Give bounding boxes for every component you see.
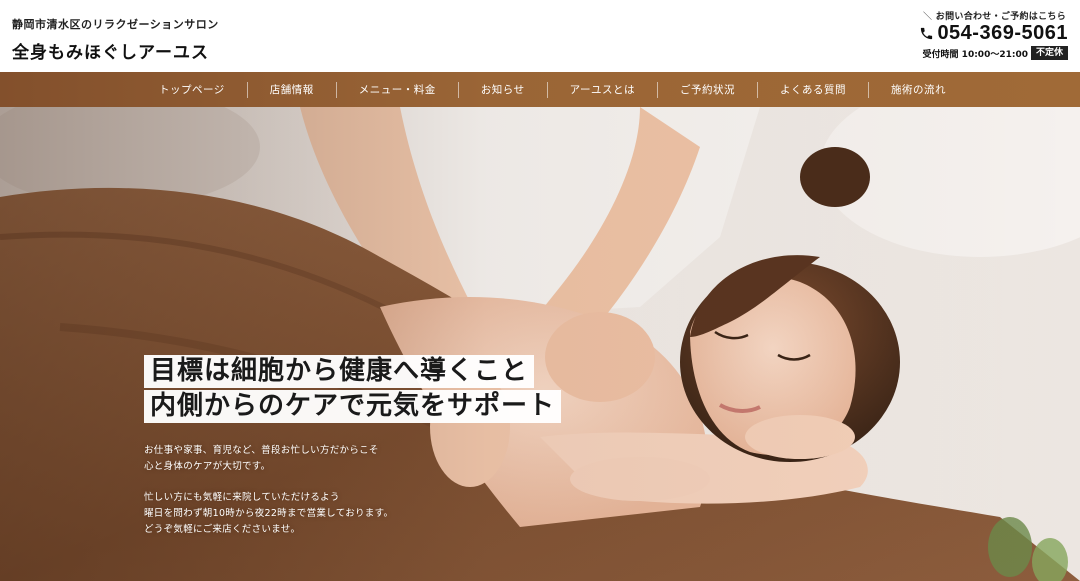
site-header: 静岡市清水区のリラクゼーションサロン 全身もみほぐしアーユス ＼ お問い合わせ・… [0,0,1080,72]
contact-lead-text: お問い合わせ・ご予約はこちら [935,12,1066,22]
nav-item-faq[interactable]: よくある質問 [756,81,868,98]
hero-body-paragraph-1: お仕事や家事、育児など、普段お忙しい方だからこそ 心と身体のケアが大切です。 [144,443,444,475]
contact-lead: ＼ お問い合わせ・ご予約はこちら [923,12,1066,22]
global-nav: トップページ 店舗情報 メニュー・料金 お知らせ アーユスとは ご予約状況 よく… [0,72,1080,107]
phone-icon [921,27,933,39]
hero-body-paragraph-2: 忙しい方にも気軽に来院していただけるよう 曜日を問わず朝10時から夜22時まで営… [144,490,444,538]
brand-name: 全身もみほぐしアーユス [12,43,209,63]
phone-link[interactable]: 054-369-5061 [898,23,1068,43]
closed-badge: 不定休 [1030,46,1068,60]
brand-logo[interactable]: 静岡市清水区のリラクゼーションサロン 全身もみほぐしアーユス [12,16,219,63]
hero-headline-line-2: 内側からのケアで元気をサポート [144,390,562,423]
business-hours: 受付時間 10:00〜21:00 [922,49,1028,60]
contact-block: ＼ お問い合わせ・ご予約はこちら 054-369-5061 受付時間 10:00… [898,9,1068,60]
hero-body-2-line-3: どうぞ気軽にご来店くださいませ。 [144,524,301,535]
nav-item-shop-info[interactable]: 店舗情報 [246,81,336,98]
hero-body-1-line-1: お仕事や家事、育児など、普段お忙しい方だからこそ [144,445,379,456]
nav-item-menu-price[interactable]: メニュー・料金 [335,81,458,98]
hero-body-1-line-2: 心と身体のケアが大切です。 [144,461,271,472]
nav-item-news[interactable]: お知らせ [457,81,547,98]
nav-item-top[interactable]: トップページ [137,82,247,98]
hero-section: 目標は細胞から健康へ導くこと 内側からのケアで元気をサポート お仕事や家事、育児… [0,107,1080,581]
nav-item-treatment-flow[interactable]: 施術の流れ [867,81,968,98]
nav-item-reservation-status[interactable]: ご予約状況 [656,81,757,98]
hero-headline: 目標は細胞から健康へ導くこと 内側からのケアで元気をサポート [144,355,562,423]
brand-subtitle: 静岡市清水区のリラクゼーションサロン [12,18,219,31]
hero-body-2-line-1: 忙しい方にも気軽に来院していただけるよう [144,492,340,503]
phone-number[interactable]: 054-369-5061 [937,23,1068,43]
hours-row: 受付時間 10:00〜21:00 不定休 [898,46,1068,60]
hero-body-2-line-2: 曜日を問わず朝10時から夜22時まで営業しております。 [144,508,394,519]
nav-item-about[interactable]: アーユスとは [546,81,657,98]
hero-headline-line-1: 目標は細胞から健康へ導くこと [144,355,535,388]
